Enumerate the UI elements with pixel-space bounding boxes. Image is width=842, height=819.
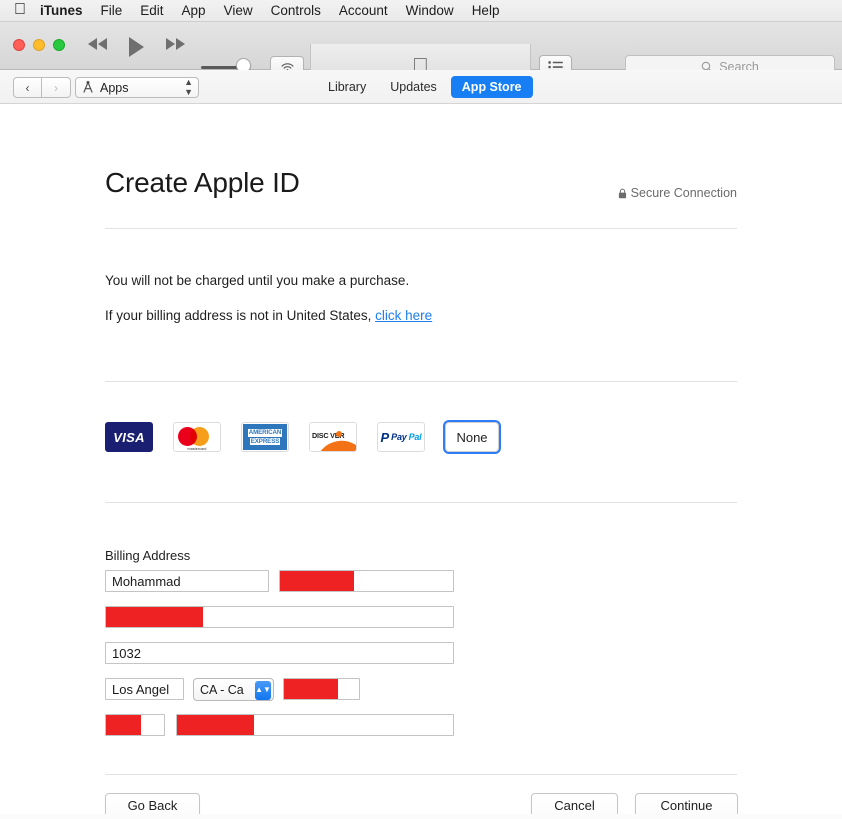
create-apple-id-page: Create Apple ID Secure Connection You wi… bbox=[0, 104, 842, 819]
discover-logo-icon: DISC VER bbox=[310, 423, 356, 451]
store-tabs: Library Updates App Store bbox=[318, 76, 533, 98]
state-select[interactable]: CA - Ca ▲▼ bbox=[193, 678, 274, 701]
macos-menu-bar:  iTunes File Edit App View Controls Acc… bbox=[0, 0, 842, 22]
traffic-lights bbox=[13, 39, 65, 51]
next-button[interactable] bbox=[164, 36, 188, 52]
menu-item-file[interactable]: File bbox=[101, 3, 123, 18]
fast-forward-icon bbox=[166, 38, 185, 50]
charge-notice: You will not be charged until you make a… bbox=[105, 273, 410, 288]
menu-item-app[interactable]: App bbox=[182, 3, 206, 18]
change-country-link[interactable]: click here bbox=[375, 308, 432, 323]
tab-app-store[interactable]: App Store bbox=[450, 76, 533, 98]
redaction-bar bbox=[106, 715, 141, 735]
paypal-logo-icon: P Pay Pal bbox=[380, 431, 421, 444]
billing-country-notice: If your billing address is not in United… bbox=[105, 308, 432, 323]
divider-top bbox=[105, 228, 737, 229]
menu-item-view[interactable]: View bbox=[224, 3, 253, 18]
tab-library[interactable]: Library bbox=[318, 76, 376, 98]
window-toolbar:  Search bbox=[0, 22, 842, 91]
chevron-updown-icon: ▲▼ bbox=[255, 681, 271, 700]
payment-option-visa[interactable]: VISA bbox=[105, 422, 153, 452]
window-bottom-edge bbox=[0, 814, 842, 819]
page-title: Create Apple ID bbox=[105, 167, 300, 198]
mastercard-wordmark: mastercard bbox=[187, 447, 207, 451]
divider-below-payments bbox=[105, 502, 737, 503]
phone-number-field[interactable] bbox=[176, 714, 454, 736]
secure-connection-badge: Secure Connection bbox=[618, 186, 737, 200]
paypal-pal: Pal bbox=[408, 432, 422, 442]
visa-logo-icon: VISA bbox=[113, 429, 145, 445]
billing-address-label: Billing Address bbox=[105, 548, 191, 563]
menu-item-controls[interactable]: Controls bbox=[271, 3, 321, 18]
street-address-2-field[interactable]: 1032 bbox=[105, 642, 454, 664]
city-field[interactable]: Los Angel bbox=[105, 678, 184, 700]
tab-updates[interactable]: Updates bbox=[380, 76, 447, 98]
amex-line-1: AMERICAN bbox=[247, 428, 283, 437]
state-select-value: CA - Ca bbox=[200, 682, 244, 697]
forward-button[interactable]: › bbox=[42, 77, 71, 98]
back-button[interactable]: ‹ bbox=[13, 77, 42, 98]
play-button[interactable] bbox=[126, 36, 146, 58]
mastercard-logo-icon: mastercard bbox=[177, 426, 217, 451]
payment-option-paypal[interactable]: P Pay Pal bbox=[377, 422, 425, 452]
street-address-field[interactable] bbox=[105, 606, 454, 628]
paypal-pay: Pay bbox=[391, 432, 407, 442]
payment-option-discover[interactable]: DISC VER bbox=[309, 422, 357, 452]
first-name-field[interactable]: Mohammad bbox=[105, 570, 269, 592]
payment-method-selector: VISA mastercard AMERICAN EXPRESS DISC VE… bbox=[105, 420, 501, 454]
divider-above-actions bbox=[105, 774, 737, 775]
redaction-bar bbox=[284, 679, 338, 699]
menu-item-edit[interactable]: Edit bbox=[140, 3, 163, 18]
zip-field[interactable] bbox=[283, 678, 360, 700]
menu-item-itunes[interactable]: iTunes bbox=[40, 3, 83, 18]
last-name-field[interactable] bbox=[279, 570, 454, 592]
zoom-button[interactable] bbox=[53, 39, 65, 51]
payment-option-mastercard[interactable]: mastercard bbox=[173, 422, 221, 452]
amex-line-2: EXPRESS bbox=[249, 437, 281, 446]
history-segmented-control: ‹ › bbox=[13, 77, 71, 98]
close-button[interactable] bbox=[13, 39, 25, 51]
divider-above-payments bbox=[105, 381, 737, 382]
redaction-bar bbox=[106, 607, 204, 627]
chevron-updown-icon: ▲▼ bbox=[184, 77, 193, 97]
play-icon bbox=[129, 37, 144, 57]
redaction-bar bbox=[177, 715, 255, 735]
media-kind-label: Apps bbox=[100, 80, 129, 95]
previous-button[interactable] bbox=[86, 36, 110, 52]
apps-icon bbox=[83, 81, 93, 93]
amex-logo-icon: AMERICAN EXPRESS bbox=[243, 424, 287, 450]
secure-connection-label: Secure Connection bbox=[630, 186, 737, 200]
navigation-bar: ‹ › Apps ▲ ▼ Library Updates App Store bbox=[0, 70, 842, 104]
phone-area-code-field[interactable] bbox=[105, 714, 165, 736]
minimize-button[interactable] bbox=[33, 39, 45, 51]
menu-item-account[interactable]: Account bbox=[339, 3, 388, 18]
itunes-window:  Search ‹ › bbox=[0, 22, 842, 819]
volume-slider[interactable] bbox=[201, 58, 259, 73]
menu-item-help[interactable]: Help bbox=[472, 3, 500, 18]
media-kind-popup[interactable]: Apps ▲ ▼ bbox=[75, 77, 199, 98]
payment-option-amex[interactable]: AMERICAN EXPRESS bbox=[241, 422, 289, 452]
lock-icon bbox=[618, 188, 626, 198]
rewind-icon bbox=[88, 38, 107, 50]
redaction-bar bbox=[280, 571, 355, 591]
billing-country-notice-text: If your billing address is not in United… bbox=[105, 308, 376, 323]
menu-item-window[interactable]: Window bbox=[406, 3, 454, 18]
paypal-p-mark: P bbox=[380, 429, 390, 445]
apple-logo-icon[interactable]:  bbox=[14, 1, 26, 18]
payment-option-none[interactable]: None bbox=[443, 420, 501, 454]
